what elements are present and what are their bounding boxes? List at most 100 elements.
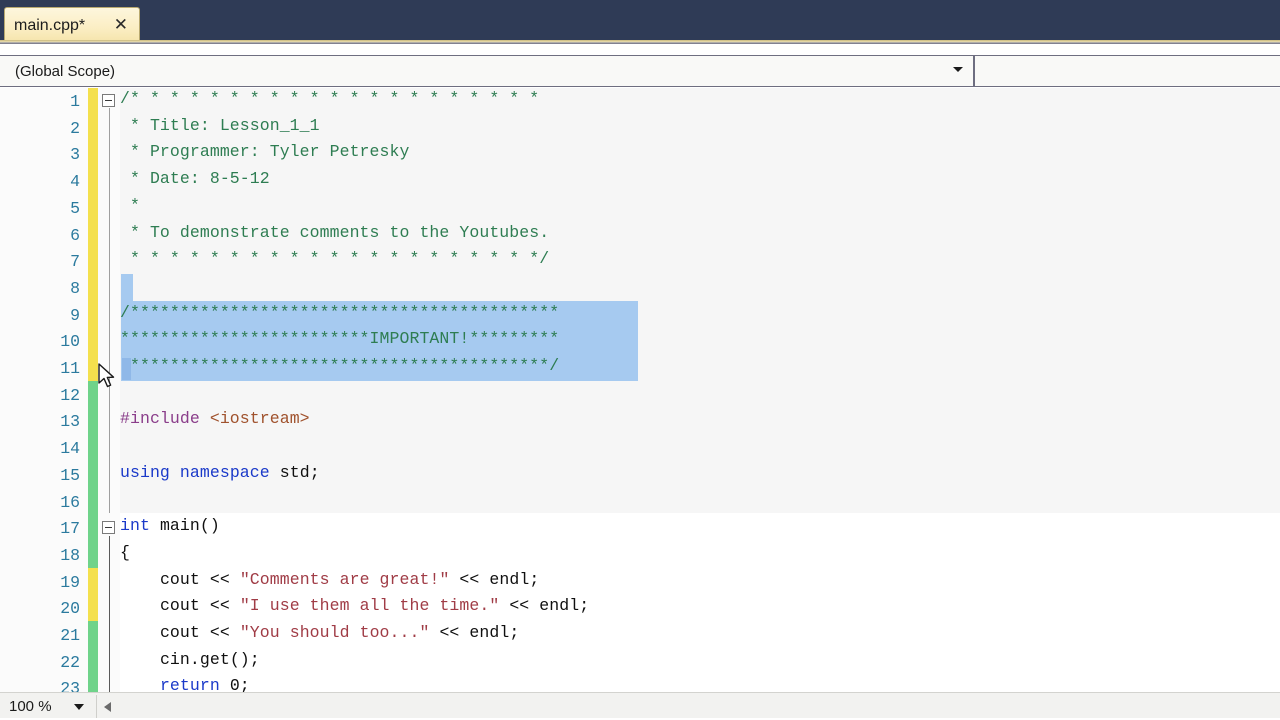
code-token: <iostream> [209,409,310,429]
line-number: 5 [70,198,80,218]
code-line[interactable]: return 0; [120,678,250,692]
code-token: *************************IMPORTANT!*****… [120,329,560,349]
line-number: 23 [60,679,80,692]
code-token: (); [229,649,260,669]
code-token: namespace [179,462,270,482]
collapse-minus-icon[interactable] [102,521,115,535]
line-number: 12 [60,385,80,405]
collapse-minus-icon[interactable] [102,94,115,107]
line-number: 18 [60,545,80,565]
scope-dropdown[interactable]: (Global Scope) [0,56,975,86]
text-selection-highlight [121,273,133,301]
navigation-bar: (Global Scope) [0,55,1280,87]
code-token: endl [469,623,510,642]
code-token: cout [159,623,200,642]
line-number: 7 [70,252,80,272]
code-line[interactable]: /***************************************… [120,304,559,322]
code-token: main [159,516,200,536]
code-line[interactable]: * [120,195,140,215]
fold-margin[interactable] [98,88,120,692]
member-dropdown[interactable] [975,56,1280,86]
code-token: * [120,195,140,215]
code-line[interactable]: cout << "I use them all the time." << en… [120,598,589,615]
line-number: 16 [60,492,80,512]
code-line[interactable]: * Programmer: Tyler Petresky [120,144,409,161]
code-line[interactable]: int main() [120,516,220,536]
code-token: #include [120,409,200,429]
code-line[interactable]: ****************************************… [120,356,560,375]
line-number: 10 [60,332,80,352]
line-number: 2 [70,118,80,138]
code-editor-surface[interactable]: 1 2 3 4 5 6 7 8 9 10 11 12 13 14 15 16 17 18 19 20 21 22 23 /*… [0,88,1280,692]
code-token: . [189,649,200,669]
code-token: * Date: 8-5-12 [120,169,270,189]
code-text-area[interactable]: /* * * * * * * * * * * * * * * * * * * *… [120,88,1280,692]
change-bar-segment-unsaved [88,567,98,621]
chevron-down-icon[interactable] [73,703,84,710]
line-number: 15 [60,465,80,485]
code-token: /* * * * * * * * * * * * * * * * * * * *… [120,89,540,108]
code-line[interactable]: { [120,542,130,562]
code-token: cout [159,596,200,616]
tab-strip-underline [0,40,1280,44]
code-token: << [499,596,540,616]
code-line[interactable]: cin.get(); [120,649,260,669]
code-line[interactable]: * To demonstrate comments to the Youtube… [120,224,549,242]
code-token: cout [159,569,200,589]
code-line[interactable]: * Title: Lesson_1_1 [120,115,320,135]
text-caret [122,358,131,380]
chevron-down-icon[interactable] [953,67,963,72]
code-token: ; [309,462,320,482]
code-token: () [199,516,220,536]
change-bar-segment-saved [88,380,98,568]
code-token: << [429,623,470,642]
code-token: * Title: Lesson_1_1 [120,115,320,135]
tab-label: main.cpp* [14,17,86,34]
line-number: 14 [60,439,80,459]
line-number: 8 [70,278,80,298]
scope-dropdown-value: (Global Scope) [15,62,116,80]
close-icon[interactable]: ✕ [114,16,128,33]
status-bar: 100 % [0,692,1280,720]
fold-guide-line-lower [109,536,110,692]
code-line[interactable]: * * * * * * * * * * * * * * * * * * * * … [120,250,549,268]
code-token: { [120,542,130,562]
code-token: ; [239,676,250,692]
line-number: 21 [60,626,80,645]
scroll-left-arrow-icon[interactable] [103,701,111,712]
code-line[interactable]: cout << "Comments are great!" << endl; [120,569,539,589]
code-line[interactable]: #include <iostream> [120,411,310,428]
document-tab-strip: main.cpp* ✕ [0,0,1280,44]
line-number: 20 [60,599,80,619]
code-token: << [449,569,490,589]
line-number-gutter: 1 2 3 4 5 6 7 8 9 10 11 12 13 14 15 16 17 18 19 20 21 22 23 [0,88,88,692]
code-token: "You should too..." [239,623,430,642]
line-number: 4 [70,172,80,192]
code-token: cin [159,649,190,669]
code-line[interactable]: *************************IMPORTANT!*****… [120,331,559,348]
code-line[interactable]: using namespace std; [120,462,320,482]
line-number: 9 [70,305,80,325]
code-token: endl [489,569,530,589]
code-line[interactable]: * Date: 8-5-12 [120,169,270,189]
code-token: ; [509,623,520,642]
code-line[interactable]: /* * * * * * * * * * * * * * * * * * * *… [120,89,540,108]
fold-guide-line-upper [109,108,110,513]
change-bar-segment-saved [88,621,98,692]
code-line[interactable]: cout << "You should too..." << endl; [120,623,520,642]
code-token: ; [579,596,590,616]
code-token: int [120,516,150,536]
line-number: 22 [60,652,80,672]
tab-main-cpp[interactable]: main.cpp* ✕ [4,7,140,44]
code-token: ****************************************… [120,356,560,375]
line-number: 13 [60,412,80,432]
